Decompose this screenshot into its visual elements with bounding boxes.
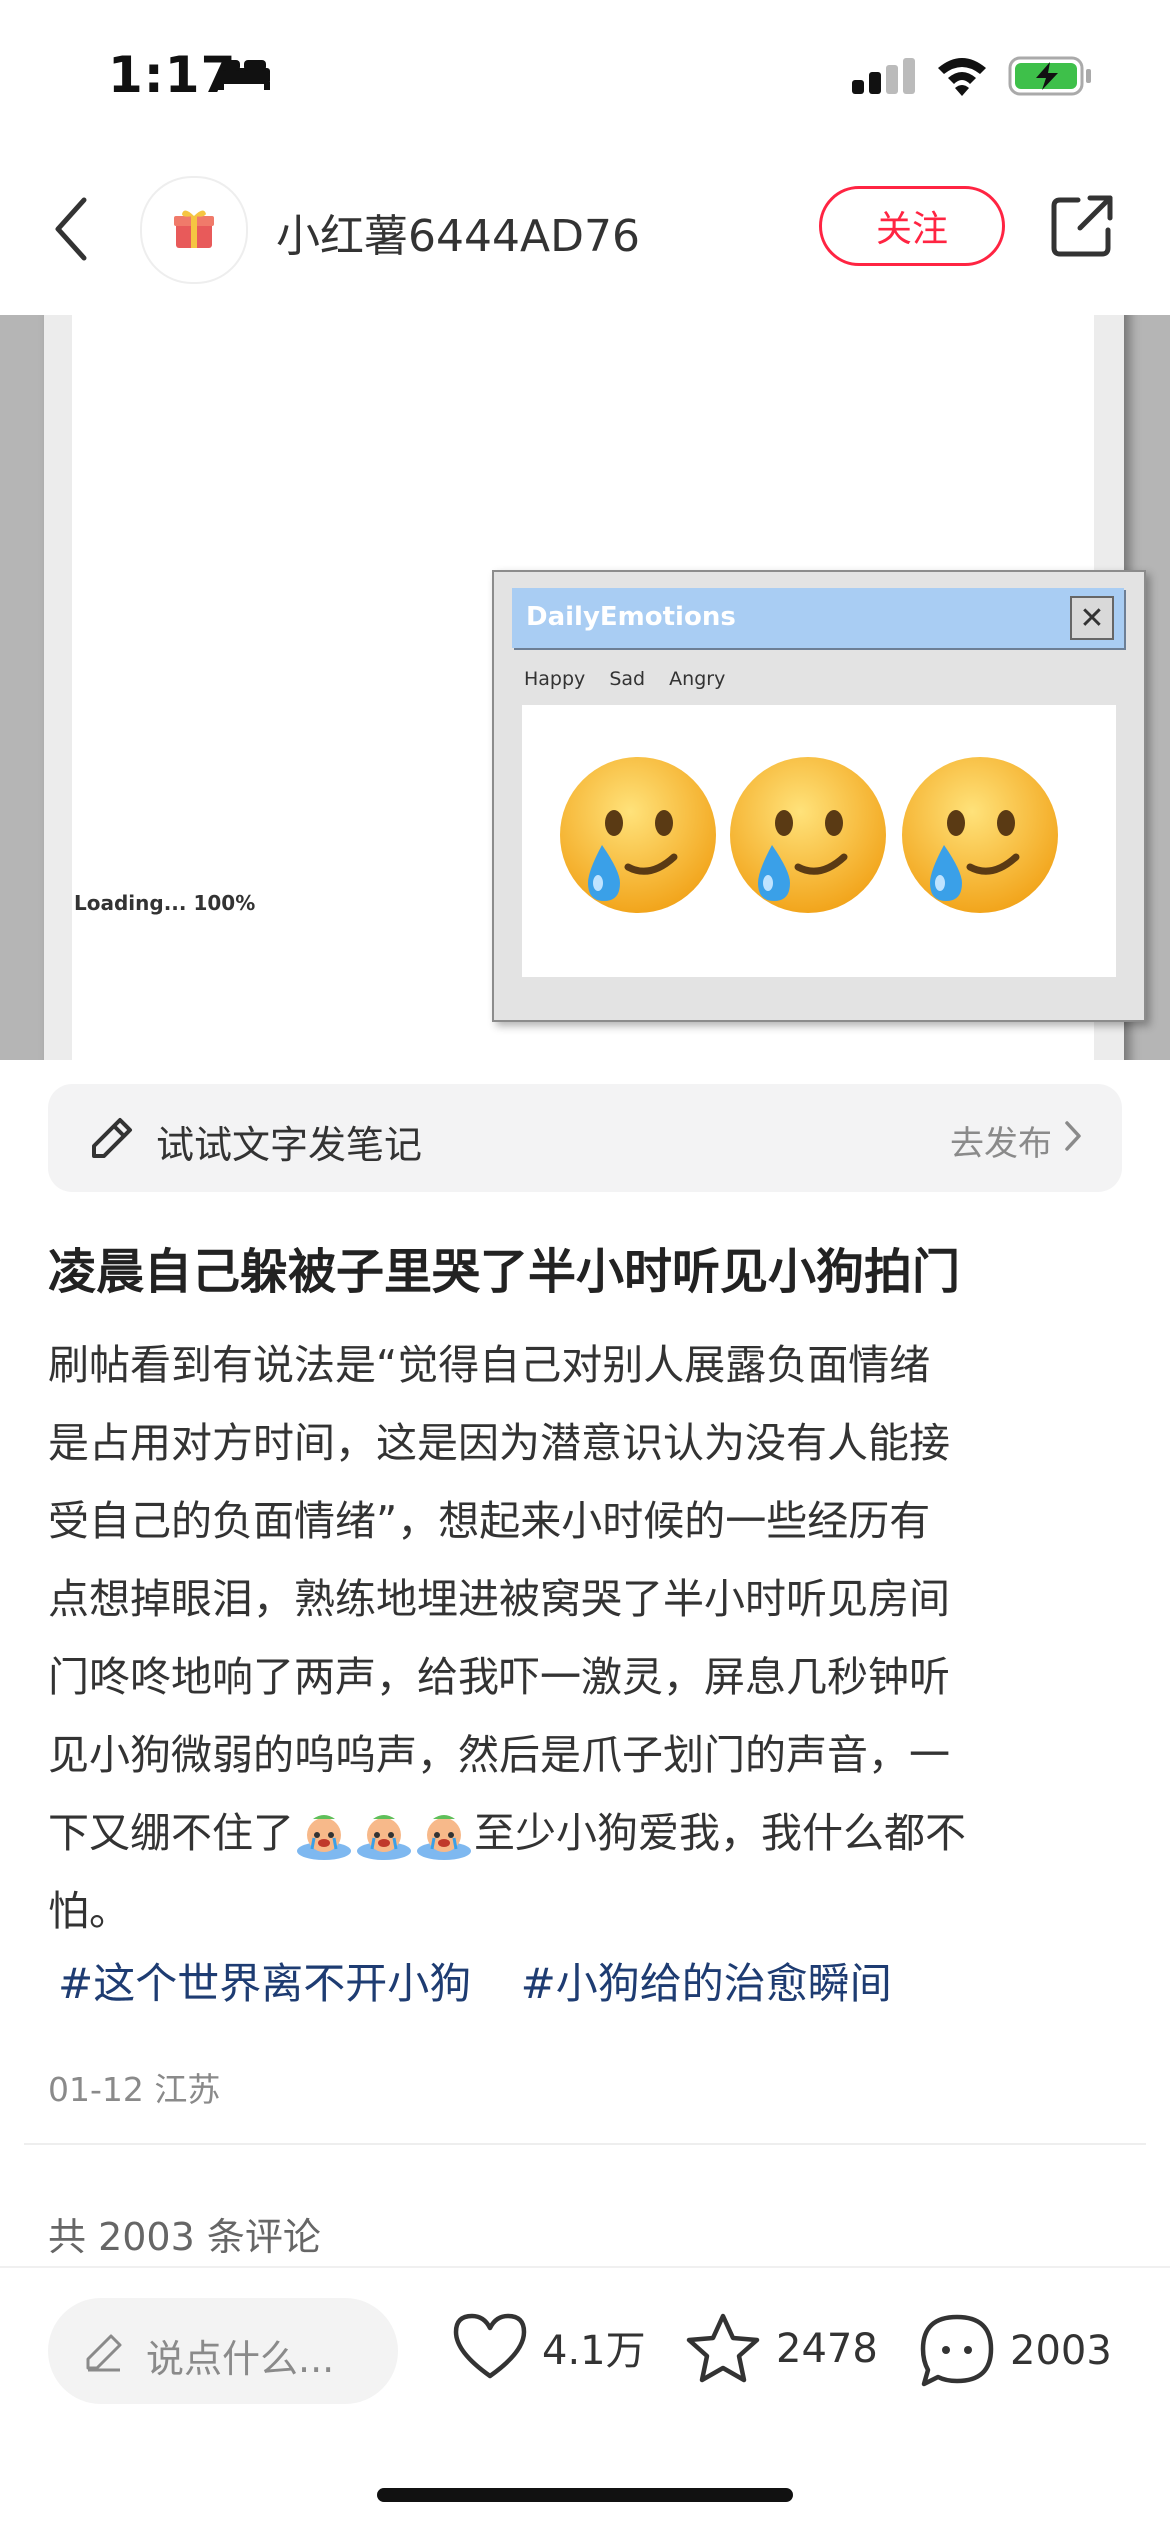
dialog-title: DailyEmotions — [526, 602, 736, 632]
like-button[interactable]: 4.1万 — [452, 2312, 646, 2382]
crying-sticker-icon — [297, 1815, 351, 1860]
text-note-label: 试试文字发笔记 — [156, 1123, 423, 1167]
post-body: 刷帖看到有说法是“觉得自己对别人展露负面情绪 是占用对方时间，这是因为潜意识认为… — [48, 1326, 1128, 1950]
back-arrow-icon[interactable] — [52, 196, 92, 262]
share-icon[interactable] — [1050, 194, 1114, 258]
publish-link[interactable]: 去发布 — [950, 1116, 1052, 1165]
post-body-line: 怕。 — [48, 1887, 130, 1935]
chevron-right-icon — [1065, 1121, 1081, 1151]
crying-sticker-icon — [357, 1815, 411, 1860]
emotions-dialog: DailyEmotions ✕ Happy Sad Angry — [492, 570, 1146, 1022]
comment-input[interactable]: 说点什么... — [48, 2298, 398, 2404]
heart-icon — [453, 2313, 527, 2379]
wifi-icon — [938, 58, 986, 96]
post-body-line: 是占用对方时间，这是因为潜意识认为没有人能接 — [48, 1419, 950, 1467]
star-icon — [686, 2313, 760, 2383]
emoji-panel — [522, 705, 1116, 977]
author-avatar[interactable] — [140, 176, 248, 284]
collect-count: 2478 — [776, 2326, 878, 2372]
sleep-focus-icon — [218, 60, 270, 90]
post-body-line: 门咚咚地响了两声，给我吓一激灵，屏息几秒钟听 — [48, 1653, 950, 1701]
crying-face-icon — [560, 757, 716, 913]
home-indicator[interactable] — [377, 2488, 793, 2502]
status-bar: 1:17 — [0, 0, 1170, 150]
menu-item-happy: Happy — [524, 668, 586, 690]
divider — [24, 2143, 1146, 2145]
close-icon: ✕ — [1070, 596, 1114, 640]
post-body-line: 下又绷不住了 至少小狗爱我，我什么都不 — [48, 1794, 1128, 1872]
cellular-signal-icon — [852, 58, 915, 94]
like-count: 4.1万 — [542, 2328, 646, 2374]
text-note-prompt[interactable]: 试试文字发笔记 去发布 — [48, 1084, 1122, 1192]
follow-button[interactable]: 关注 — [819, 186, 1005, 266]
post-body-line: 受自己的负面情绪”，想起来小时候的一些经历有 — [48, 1497, 931, 1545]
post-title: 凌晨自己躲被子里哭了半小时听见小狗拍门 — [48, 1244, 961, 1300]
hashtag-link[interactable]: #小狗给的治愈瞬间 — [521, 1959, 892, 2008]
post-body-line: 见小狗微弱的呜呜声，然后是爪子划门的声音，一 — [48, 1731, 950, 1779]
post-body-text: 至少小狗爱我，我什么都不 — [474, 1809, 966, 1857]
comment-count-button: 2003 — [1010, 2328, 1112, 2374]
menu-item-angry: Angry — [669, 668, 726, 690]
bottom-action-bar: 说点什么... 4.1万 2478 2003 — [0, 2266, 1170, 2534]
menu-item-sad: Sad — [609, 668, 646, 690]
dialog-titlebar: DailyEmotions ✕ — [512, 588, 1124, 648]
post-tags: #这个世界离不开小狗 #小狗给的治愈瞬间 — [58, 1950, 928, 2011]
crying-face-icon — [730, 757, 886, 913]
post-header: 小红薯6444AD76 关注 — [0, 170, 1170, 288]
comment-bubble-icon — [920, 2314, 994, 2387]
author-name[interactable]: 小红薯6444AD76 — [276, 200, 640, 264]
pencil-icon — [86, 2334, 122, 2372]
post-body-text: 下又绷不住了 — [48, 1809, 294, 1857]
post-body-line: 刷帖看到有说法是“觉得自己对别人展露负面情绪 — [48, 1341, 931, 1389]
collect-button[interactable]: 2478 — [684, 2312, 878, 2386]
battery-charging-icon — [1008, 56, 1091, 96]
crying-sticker-icon — [417, 1815, 471, 1860]
comment-placeholder: 说点什么... — [146, 2337, 335, 2381]
comment-button[interactable]: 2003 — [918, 2312, 1112, 2390]
gift-icon — [174, 210, 214, 248]
post-image[interactable]: Loading... 100% DailyEmotions ✕ Happy Sa… — [0, 315, 1170, 1060]
pencil-icon — [92, 1118, 132, 1158]
crying-face-icon — [902, 757, 1058, 913]
post-body-line: 点想掉眼泪，熟练地埋进被窝哭了半小时听见房间 — [48, 1575, 950, 1623]
comment-count: 共 2003 条评论 — [48, 2215, 321, 2259]
loading-text: Loading... 100% — [74, 891, 256, 915]
dialog-menu: Happy Sad Angry — [524, 668, 743, 690]
post-date-location: 01-12 江苏 — [48, 2070, 221, 2109]
hashtag-link[interactable]: #这个世界离不开小狗 — [58, 1959, 471, 2008]
